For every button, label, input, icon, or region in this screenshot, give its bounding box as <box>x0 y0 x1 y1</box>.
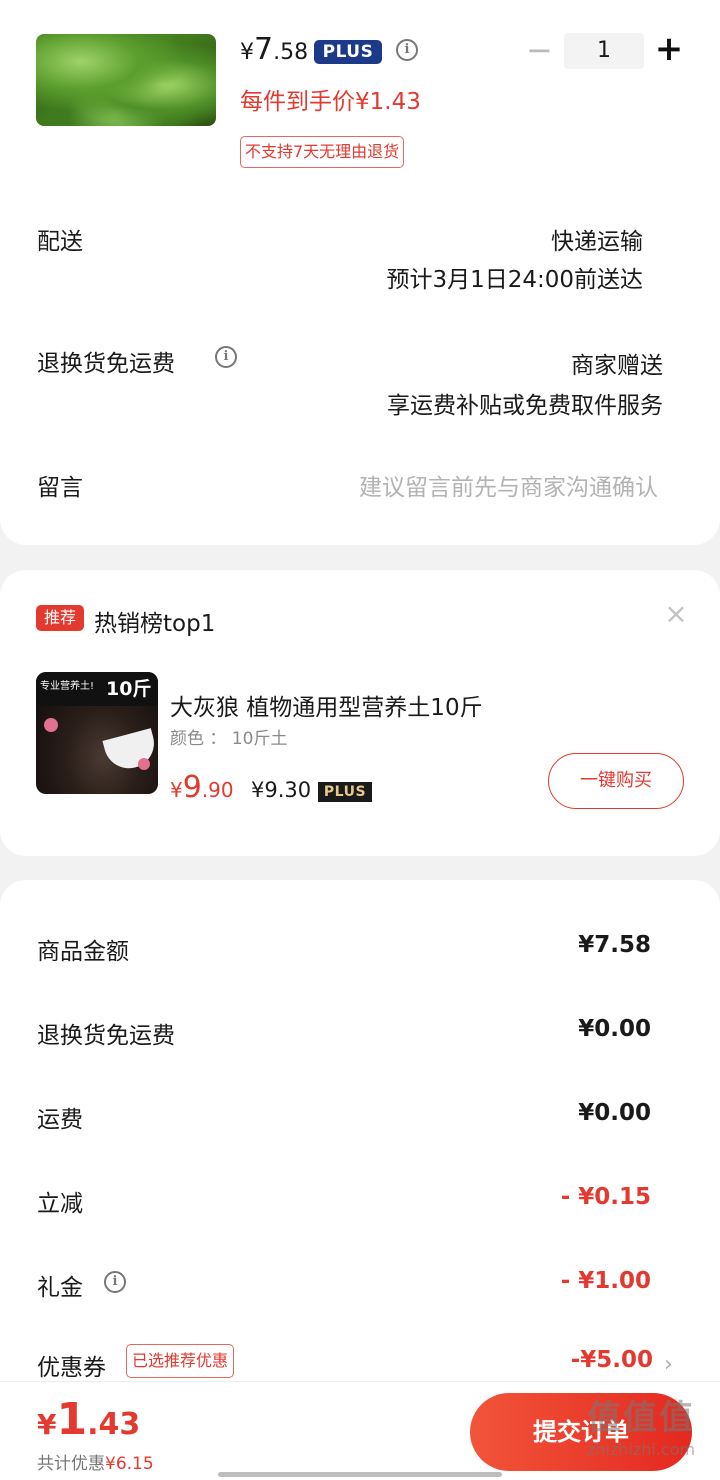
recommend-product-image[interactable]: 专业营养土! 10斤 <box>36 672 158 794</box>
image-banner: 专业营养土! 10斤 <box>36 672 158 706</box>
quantity-input[interactable]: 1 <box>564 33 644 69</box>
total-price: ¥1.43 <box>37 1394 140 1445</box>
one-click-buy-button[interactable]: 一键购买 <box>548 753 684 809</box>
summary-value: ¥7.58 <box>578 932 651 958</box>
order-item-card: ¥7.58 PLUS i 每件到手价¥1.43 不支持7天无理由退货 − 1 +… <box>0 0 720 545</box>
chevron-right-icon[interactable]: › <box>664 1352 673 1377</box>
price-integer: 7 <box>254 32 274 67</box>
total-saving: 共计优惠¥6.15 <box>37 1449 154 1474</box>
home-indicator[interactable] <box>218 1472 502 1477</box>
image-banner-title: 10斤 <box>106 678 152 700</box>
flower-graphic <box>138 758 150 770</box>
watermark-url: zhizhizhi.com <box>586 1440 696 1459</box>
summary-label: 退换货免运费 <box>37 1023 175 1049</box>
summary-value: ¥0.00 <box>578 1016 651 1042</box>
coupon-tag[interactable]: 已选推荐优惠 <box>126 1344 235 1378</box>
product-price: ¥7.58 <box>240 32 308 67</box>
watermark-logo: 值值值 zhizhizhi.com <box>566 1396 716 1476</box>
summary-label: 商品金额 <box>37 939 129 965</box>
price-integer: 9 <box>182 770 202 805</box>
summary-label: 礼金 <box>37 1275 83 1301</box>
recommend-plus-price: ¥9.30 <box>251 778 312 802</box>
message-input[interactable]: 建议留言前先与商家沟通确认 <box>359 468 658 502</box>
saving-amount: ¥6.15 <box>105 1454 154 1474</box>
quantity-decrease-button[interactable]: − <box>526 34 553 66</box>
price-decimal: .43 <box>87 1407 141 1442</box>
recommend-product-spec: 颜色 ： 10斤土 <box>170 729 288 749</box>
quantity-increase-button[interactable]: + <box>654 32 684 66</box>
summary-label: 运费 <box>37 1107 83 1133</box>
summary-value: - ¥1.00 <box>560 1268 651 1294</box>
currency-symbol: ¥ <box>37 1408 57 1441</box>
recommend-title: 热销榜top1 <box>94 611 216 637</box>
recommend-tag: 推荐 <box>36 605 84 631</box>
recommend-price: ¥9.90 <box>170 770 234 805</box>
summary-label: 优惠券 <box>37 1355 106 1381</box>
recommend-card: 推荐 热销榜top1 × 专业营养土! 10斤 大灰狼 植物通用型营养土10斤 … <box>0 570 720 856</box>
message-label: 留言 <box>37 475 83 501</box>
info-icon[interactable]: i <box>215 346 237 368</box>
return-freight-desc: 享运费补贴或免费取件服务 <box>387 393 663 419</box>
recommend-product-name[interactable]: 大灰狼 植物通用型营养土10斤 <box>170 688 483 722</box>
summary-value: ¥0.00 <box>578 1100 651 1126</box>
return-freight-value: 商家赠送 <box>571 353 663 379</box>
delivery-label: 配送 <box>37 229 83 255</box>
info-icon[interactable]: i <box>104 1271 126 1293</box>
saving-label: 共计优惠 <box>37 1454 105 1474</box>
close-icon[interactable]: × <box>662 600 690 628</box>
bowl-graphic <box>102 728 158 774</box>
currency-symbol: ¥ <box>170 778 183 802</box>
return-policy-badge: 不支持7天无理由退货 <box>240 136 405 168</box>
summary-label: 立减 <box>37 1191 83 1217</box>
info-icon[interactable]: i <box>396 39 418 61</box>
price-integer: 1 <box>56 1394 88 1445</box>
unit-price-text: 每件到手价¥1.43 <box>240 89 421 115</box>
watermark-text: 值值值 <box>587 1398 695 1438</box>
delivery-eta: 预计3月1日24:00前送达 <box>386 267 643 293</box>
price-decimal: .58 <box>273 40 309 65</box>
image-banner-subtitle: 专业营养土! <box>40 681 95 692</box>
plus-badge: PLUS <box>318 782 372 802</box>
price-decimal: .90 <box>201 778 234 802</box>
plus-badge: PLUS <box>314 40 382 64</box>
summary-value: - ¥0.15 <box>560 1184 651 1210</box>
flower-graphic <box>44 718 58 732</box>
product-image[interactable] <box>36 34 216 126</box>
coupon-value[interactable]: -¥5.00 <box>571 1347 653 1373</box>
delivery-method[interactable]: 快递运输 <box>551 222 643 256</box>
currency-symbol: ¥ <box>240 40 254 65</box>
return-freight-label: 退换货免运费 <box>37 351 175 377</box>
